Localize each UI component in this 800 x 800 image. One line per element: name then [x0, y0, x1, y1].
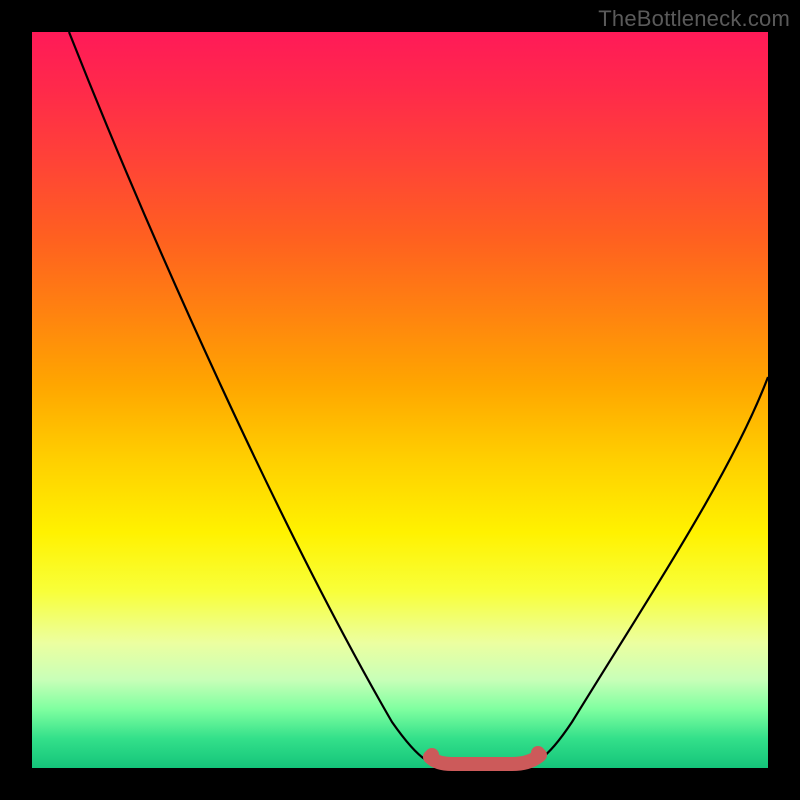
- min-marker-right: [531, 746, 545, 760]
- minimum-band: [430, 755, 540, 764]
- curve-svg: [32, 32, 768, 768]
- bottleneck-curve: [69, 32, 768, 764]
- plot-area: [32, 32, 768, 768]
- min-marker-left: [425, 748, 439, 762]
- chart-frame: TheBottleneck.com: [0, 0, 800, 800]
- watermark-text: TheBottleneck.com: [598, 6, 790, 32]
